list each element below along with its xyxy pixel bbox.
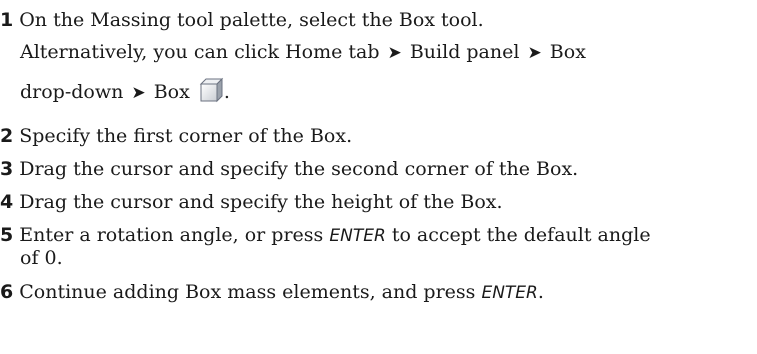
alt-text-end: . xyxy=(223,81,230,103)
step-text: On the Massing tool palette, select the … xyxy=(19,9,484,31)
alt-text: Alternatively, you can click Home tab xyxy=(20,41,380,63)
enter-key-label: ENTER xyxy=(329,226,386,246)
step-text: of 0. xyxy=(20,247,63,269)
alt-text: Box xyxy=(153,81,190,103)
step-1: 1 On the Massing tool palette, select the… xyxy=(0,8,484,32)
step-number: 6 xyxy=(0,281,14,303)
step-text: Enter a rotation angle, or press xyxy=(19,224,324,246)
enter-key-label: ENTER xyxy=(481,283,538,303)
step-1-alternative-line-1: Alternatively, you can click Home tab ➤ … xyxy=(0,40,586,65)
alt-text: Box xyxy=(549,41,586,63)
step-number: 3 xyxy=(0,158,14,180)
alt-text: Build panel xyxy=(409,41,520,63)
arrow-icon: ➤ xyxy=(527,43,542,63)
step-5-line-2: of 0. xyxy=(0,246,63,270)
step-6: 6 Continue adding Box mass elements, and … xyxy=(0,280,544,305)
step-4: 4 Drag the cursor and specify the height … xyxy=(0,190,503,214)
step-number: 2 xyxy=(0,125,14,147)
box-tool-icon xyxy=(198,77,224,109)
step-3: 3 Drag the cursor and specify the second … xyxy=(0,157,578,181)
instructions-document: 1 On the Massing tool palette, select the… xyxy=(0,0,757,354)
step-text: Drag the cursor and specify the second c… xyxy=(19,158,579,180)
step-text: Drag the cursor and specify the height o… xyxy=(19,191,503,213)
step-2: 2 Specify the first corner of the Box. xyxy=(0,124,352,148)
step-text: Specify the first corner of the Box. xyxy=(19,125,353,147)
step-1-alternative-line-2: drop-down ➤ Box . xyxy=(0,77,230,109)
step-text-end: . xyxy=(537,281,544,303)
step-number: 4 xyxy=(0,191,14,213)
arrow-icon: ➤ xyxy=(387,43,402,63)
step-text: Continue adding Box mass elements, and p… xyxy=(19,281,476,303)
step-number: 1 xyxy=(0,9,14,31)
step-5: 5 Enter a rotation angle, or press ENTER … xyxy=(0,223,651,248)
arrow-icon: ➤ xyxy=(131,83,146,103)
alt-text: drop-down xyxy=(20,81,124,103)
step-number: 5 xyxy=(0,224,14,246)
step-text: to accept the default angle xyxy=(391,224,651,246)
